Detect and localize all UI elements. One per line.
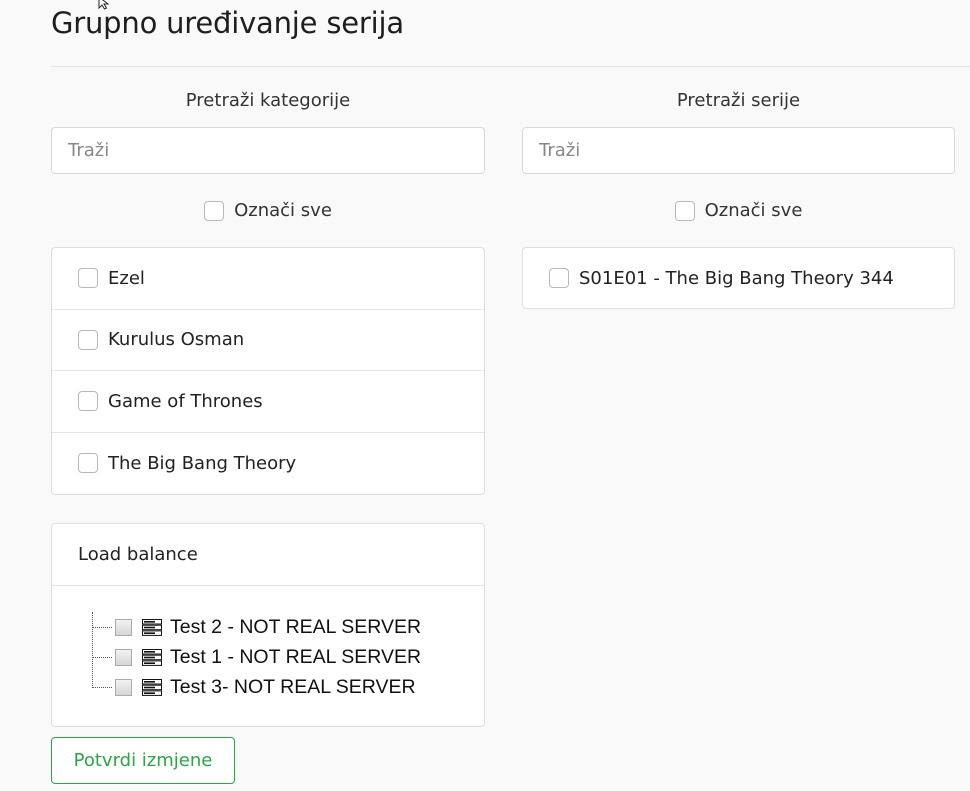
category-checkbox[interactable] xyxy=(78,453,98,474)
title-divider xyxy=(51,66,970,67)
categories-check-all-label: Označi sve xyxy=(234,200,332,221)
server-label: Test 2 - NOT REAL SERVER xyxy=(170,615,422,638)
series-search-label: Pretraži serije xyxy=(676,90,801,111)
category-item[interactable]: The Big Bang Theory xyxy=(52,433,484,495)
series-check-all-checkbox[interactable] xyxy=(674,200,695,221)
server-icon xyxy=(142,648,162,666)
series-checkbox[interactable] xyxy=(549,268,569,288)
server-icon xyxy=(142,678,162,696)
categories-search-label: Pretraži kategorije xyxy=(185,90,351,111)
categories-check-all-checkbox[interactable] xyxy=(204,200,225,221)
page-title: Grupno uređivanje serija xyxy=(51,6,404,40)
series-check-all[interactable]: Označi sve xyxy=(522,200,955,221)
series-label: S01E01 - The Big Bang Theory 344 xyxy=(579,267,894,289)
server-tree-item[interactable]: Test 1 - NOT REAL SERVER xyxy=(92,642,472,672)
load-balance-card: Load balance Test 2 - NOT REAL SERVER Te… xyxy=(51,523,485,727)
category-label: Kurulus Osman xyxy=(108,329,245,351)
load-balance-title: Load balance xyxy=(52,524,484,586)
server-checkbox[interactable] xyxy=(115,618,132,636)
tree-branch xyxy=(92,686,112,688)
category-checkbox[interactable] xyxy=(78,268,98,289)
tree-branch xyxy=(92,626,112,628)
series-item[interactable]: S01E01 - The Big Bang Theory 344 xyxy=(523,248,954,308)
server-tree-item[interactable]: Test 2 - NOT REAL SERVER xyxy=(92,612,472,642)
confirm-changes-button[interactable]: Potvrdi izmjene xyxy=(51,737,235,784)
categories-list: Ezel Kurulus Osman Game of Thrones The B… xyxy=(51,247,485,495)
category-item[interactable]: Ezel xyxy=(52,248,484,310)
server-checkbox[interactable] xyxy=(115,648,132,666)
server-checkbox[interactable] xyxy=(115,678,132,696)
server-tree-item[interactable]: Test 3- NOT REAL SERVER xyxy=(92,672,472,702)
tree-branch xyxy=(92,656,112,658)
category-label: Ezel xyxy=(108,267,145,289)
categories-search-input[interactable] xyxy=(51,127,485,174)
category-item[interactable]: Kurulus Osman xyxy=(52,310,484,371)
category-checkbox[interactable] xyxy=(78,391,98,412)
server-label: Test 3- NOT REAL SERVER xyxy=(170,675,416,698)
server-tree: Test 2 - NOT REAL SERVER Test 1 - NOT RE… xyxy=(92,612,472,702)
server-label: Test 1 - NOT REAL SERVER xyxy=(170,645,422,668)
category-label: Game of Thrones xyxy=(108,390,263,412)
series-list: S01E01 - The Big Bang Theory 344 xyxy=(522,247,955,309)
categories-check-all[interactable]: Označi sve xyxy=(51,200,485,221)
series-search-input[interactable] xyxy=(522,127,955,174)
server-icon xyxy=(142,618,162,636)
category-label: The Big Bang Theory xyxy=(108,452,297,474)
category-item[interactable]: Game of Thrones xyxy=(52,371,484,433)
series-check-all-label: Označi sve xyxy=(704,200,803,221)
category-checkbox[interactable] xyxy=(78,329,98,350)
